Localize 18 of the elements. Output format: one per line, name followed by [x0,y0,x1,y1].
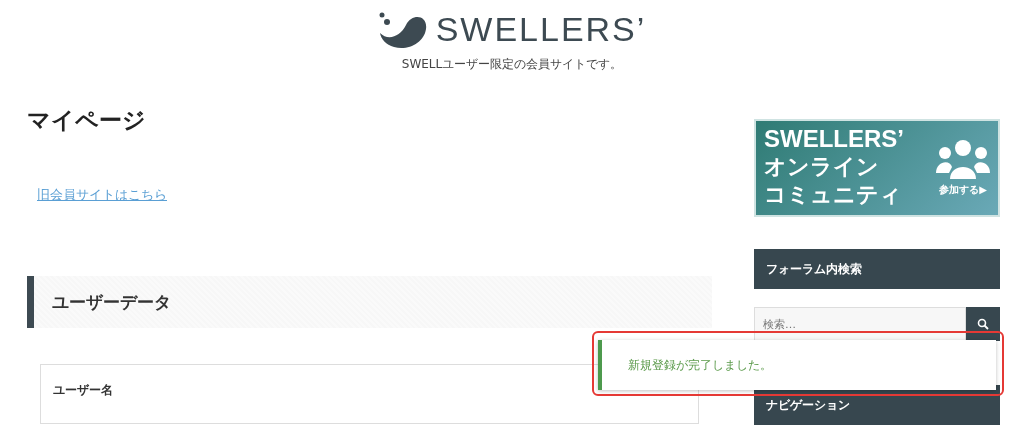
old-site-link[interactable]: 旧会員サイトはこちら [37,186,167,204]
tagline: SWELLユーザー限定の会員サイトです。 [401,56,623,72]
page-title: マイページ [27,106,146,135]
banner-text: コミュニティ [764,181,903,209]
join-label: 参加する▶ [939,183,987,197]
search-field[interactable]: 検索… [754,307,966,341]
search-icon [977,318,989,330]
people-icon [936,139,990,179]
logo-drop-icon [377,10,428,49]
logo-text: SWELLERS’ [435,10,647,49]
widget-heading: フォーラム内検索 [754,249,1000,289]
banner-title: SWELLERS’ [764,125,904,153]
community-banner[interactable]: SWELLERS’ オンライン コミュニティ 参加する▶ [754,119,1000,217]
search-button[interactable] [966,307,1000,341]
success-toast: 新規登録が完了しました。 [598,340,996,390]
banner-text: オンライン [764,153,880,181]
section-heading: ユーザーデータ [27,276,712,328]
field-label: ユーザー名 [53,383,113,397]
